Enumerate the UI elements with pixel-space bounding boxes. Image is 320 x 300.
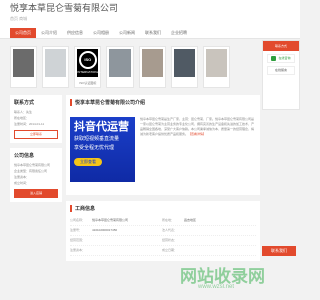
chat-icon bbox=[271, 56, 277, 61]
company-intro-section: 悦享本草昆仑雪菊有限公司介绍 抖音代运营 获取短视频垂直流量 享受全程无忧代理 … bbox=[66, 95, 260, 195]
info-row: 公司名称： 悦享本草昆仑雪菊有限公司 所在地： 昌吉地区 bbox=[70, 216, 256, 226]
side-panel-title: 联系方式 bbox=[263, 41, 299, 51]
company-line: 成立时间： bbox=[14, 181, 30, 185]
iso-logo: ISO INTERNATIONAL bbox=[77, 49, 102, 77]
contact-now-button[interactable]: 立即联系 bbox=[14, 130, 58, 139]
info-key: 经营状态： bbox=[162, 238, 178, 242]
nav-home[interactable]: 公司首页 bbox=[10, 28, 36, 38]
product-photo[interactable] bbox=[106, 46, 134, 88]
product-photo[interactable] bbox=[10, 46, 38, 88]
product-image bbox=[141, 49, 163, 77]
info-value: 昌吉地区 bbox=[184, 218, 197, 222]
ad-banner[interactable]: 抖音代运营 获取短视频垂直流量 享受全程无忧代理 立即查看 bbox=[70, 117, 135, 182]
online-consult-button[interactable]: 在线咨询 bbox=[267, 54, 295, 63]
banner-line: 获取短视频垂直流量 bbox=[74, 136, 120, 142]
info-row: 注册号： 410102000017456 法人代表： bbox=[70, 226, 256, 236]
contact-line: 注册时间：2014-01-11 bbox=[14, 122, 45, 126]
enter-store-button[interactable]: 进入店铺 bbox=[14, 189, 58, 198]
info-row: 经营范围： 经营状态： bbox=[70, 236, 256, 246]
view-details-link[interactable]: 【查看详情】 bbox=[188, 132, 206, 136]
product-image bbox=[13, 49, 35, 77]
intro-text: 悦享本草昆仑雪菊是生产厂家，主营：昆仑雪菊、厂家。悦享本草昆仑雪菊有限公司是一家… bbox=[140, 117, 254, 137]
leave-message-button[interactable]: 在线留言 bbox=[267, 66, 295, 75]
leave-message-label: 在线留言 bbox=[274, 68, 287, 72]
watermark-url: www.wzsl.net bbox=[198, 284, 235, 290]
side-contact-panel: 联系方式 在线咨询 在线留言 bbox=[262, 40, 300, 110]
product-photo[interactable] bbox=[42, 46, 70, 88]
site-watermark: 网站收录网 www.wzsl.net bbox=[180, 262, 300, 294]
company-card: 公司信息 悦享本草昆仑雪菊有限公司 企业类型：有限责任公司 注册资本： 成立时间… bbox=[10, 148, 62, 202]
nav-news[interactable]: 公司新闻 bbox=[114, 28, 140, 38]
online-consult-label: 在线咨询 bbox=[278, 56, 291, 60]
section-title: 悦享本草昆仑雪菊有限公司介绍 bbox=[70, 99, 256, 106]
product-photo[interactable] bbox=[138, 46, 166, 88]
header: 悦享本草昆仑雪菊有限公司 首页 商城 bbox=[0, 0, 300, 28]
business-info-section: 工商信息 公司名称： 悦享本草昆仑雪菊有限公司 所在地： 昌吉地区 注册号： 4… bbox=[66, 201, 260, 261]
info-key: 所在地： bbox=[162, 218, 175, 222]
site-subtitle: 首页 商城 bbox=[10, 16, 28, 21]
site-title: 悦享本草昆仑雪菊有限公司 bbox=[10, 3, 119, 13]
nav-supply[interactable]: 供应信息 bbox=[62, 28, 88, 38]
photo-caption: ISO认证图标 bbox=[79, 81, 97, 85]
info-key: 成立日期： bbox=[162, 248, 178, 252]
section-title: 工商信息 bbox=[70, 205, 256, 212]
info-value: 410102000017456 bbox=[92, 228, 118, 232]
banner-line: 享受全程无忧代理 bbox=[74, 145, 115, 151]
contact-card: 联系方式 联系人：先生 所在地区： 注册时间：2014-01-11 立即联系 bbox=[10, 95, 62, 143]
product-photo[interactable] bbox=[170, 46, 198, 88]
product-image bbox=[205, 49, 227, 77]
nav-jobs[interactable]: 企业招聘 bbox=[166, 28, 192, 38]
banner-button[interactable]: 立即查看 bbox=[74, 158, 102, 166]
iso-logo-circle: ISO bbox=[78, 51, 97, 69]
info-value bbox=[92, 236, 162, 245]
info-key: 经营范围： bbox=[70, 238, 86, 242]
main-nav: 公司首页 公司介绍 供应信息 公司相册 公司新闻 联系我们 企业招聘 bbox=[0, 28, 300, 39]
iso-logo-label: INTERNATIONAL bbox=[77, 70, 102, 74]
banner-headline: 抖音代运营 bbox=[74, 121, 129, 133]
product-image bbox=[45, 49, 67, 77]
nav-album[interactable]: 公司相册 bbox=[88, 28, 114, 38]
company-card-title: 公司信息 bbox=[14, 153, 35, 159]
product-image bbox=[109, 49, 131, 77]
nav-about[interactable]: 公司介绍 bbox=[36, 28, 62, 38]
info-key: 注册号： bbox=[70, 228, 83, 232]
product-photo[interactable]: ISO INTERNATIONAL ISO认证图标 bbox=[74, 46, 102, 88]
info-value bbox=[92, 246, 162, 255]
info-row: 注册资本： 成立日期： bbox=[70, 246, 256, 256]
left-column: 联系方式 联系人：先生 所在地区： 注册时间：2014-01-11 立即联系 公… bbox=[10, 95, 62, 207]
info-value: 悦享本草昆仑雪菊有限公司 bbox=[92, 218, 129, 222]
product-gallery: ISO INTERNATIONAL ISO认证图标 bbox=[10, 46, 230, 88]
floating-contact-button[interactable]: 联系我们 bbox=[262, 246, 296, 256]
nav-contact[interactable]: 联系我们 bbox=[140, 28, 166, 38]
contact-card-title: 联系方式 bbox=[14, 100, 35, 106]
product-photo[interactable] bbox=[202, 46, 230, 88]
info-key: 法人代表： bbox=[162, 228, 178, 232]
info-key: 注册资本： bbox=[70, 248, 86, 252]
product-image bbox=[173, 49, 195, 77]
info-key: 公司名称： bbox=[70, 218, 86, 222]
